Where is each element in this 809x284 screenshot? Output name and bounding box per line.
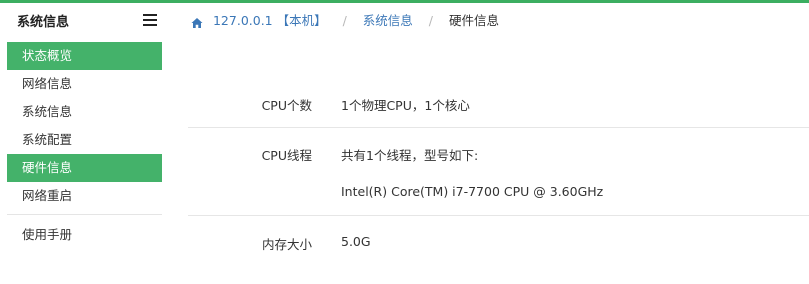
sidebar-item-network-restart[interactable]: 网络重启	[7, 182, 162, 210]
breadcrumb: 127.0.0.1 【本机】 / 系统信息 / 硬件信息	[191, 10, 499, 30]
row-divider	[188, 215, 809, 216]
sidebar-item-status-overview[interactable]: 状态概览	[7, 42, 162, 70]
home-icon[interactable]	[191, 15, 203, 28]
memory-size-label: 内存大小	[261, 237, 312, 252]
sidebar-header: 系统信息	[0, 3, 170, 37]
sidebar-divider	[7, 214, 162, 215]
row-divider	[188, 127, 809, 128]
hamburger-menu-icon[interactable]	[143, 14, 157, 26]
breadcrumb-separator: /	[342, 12, 347, 28]
sidebar-item-network-info[interactable]: 网络信息	[7, 70, 162, 98]
cpu-threads-label: CPU线程	[261, 148, 312, 163]
breadcrumb-section-link[interactable]: 系统信息	[363, 11, 413, 31]
cpu-model-value: Intel(R) Core(TM) i7-7700 CPU @ 3.60GHz	[341, 184, 604, 199]
memory-size-value: 5.0G	[341, 234, 371, 249]
breadcrumb-current: 硬件信息	[449, 12, 500, 28]
cpu-count-label: CPU个数	[261, 98, 312, 113]
sidebar-title: 系统信息	[17, 15, 70, 30]
breadcrumb-separator: /	[428, 12, 434, 28]
cpu-threads-value: 共有1个线程，型号如下:	[341, 148, 479, 163]
breadcrumb-home-link[interactable]: 127.0.0.1 【本机】	[213, 11, 327, 31]
cpu-count-value: 1个物理CPU，1个核心	[341, 98, 470, 113]
